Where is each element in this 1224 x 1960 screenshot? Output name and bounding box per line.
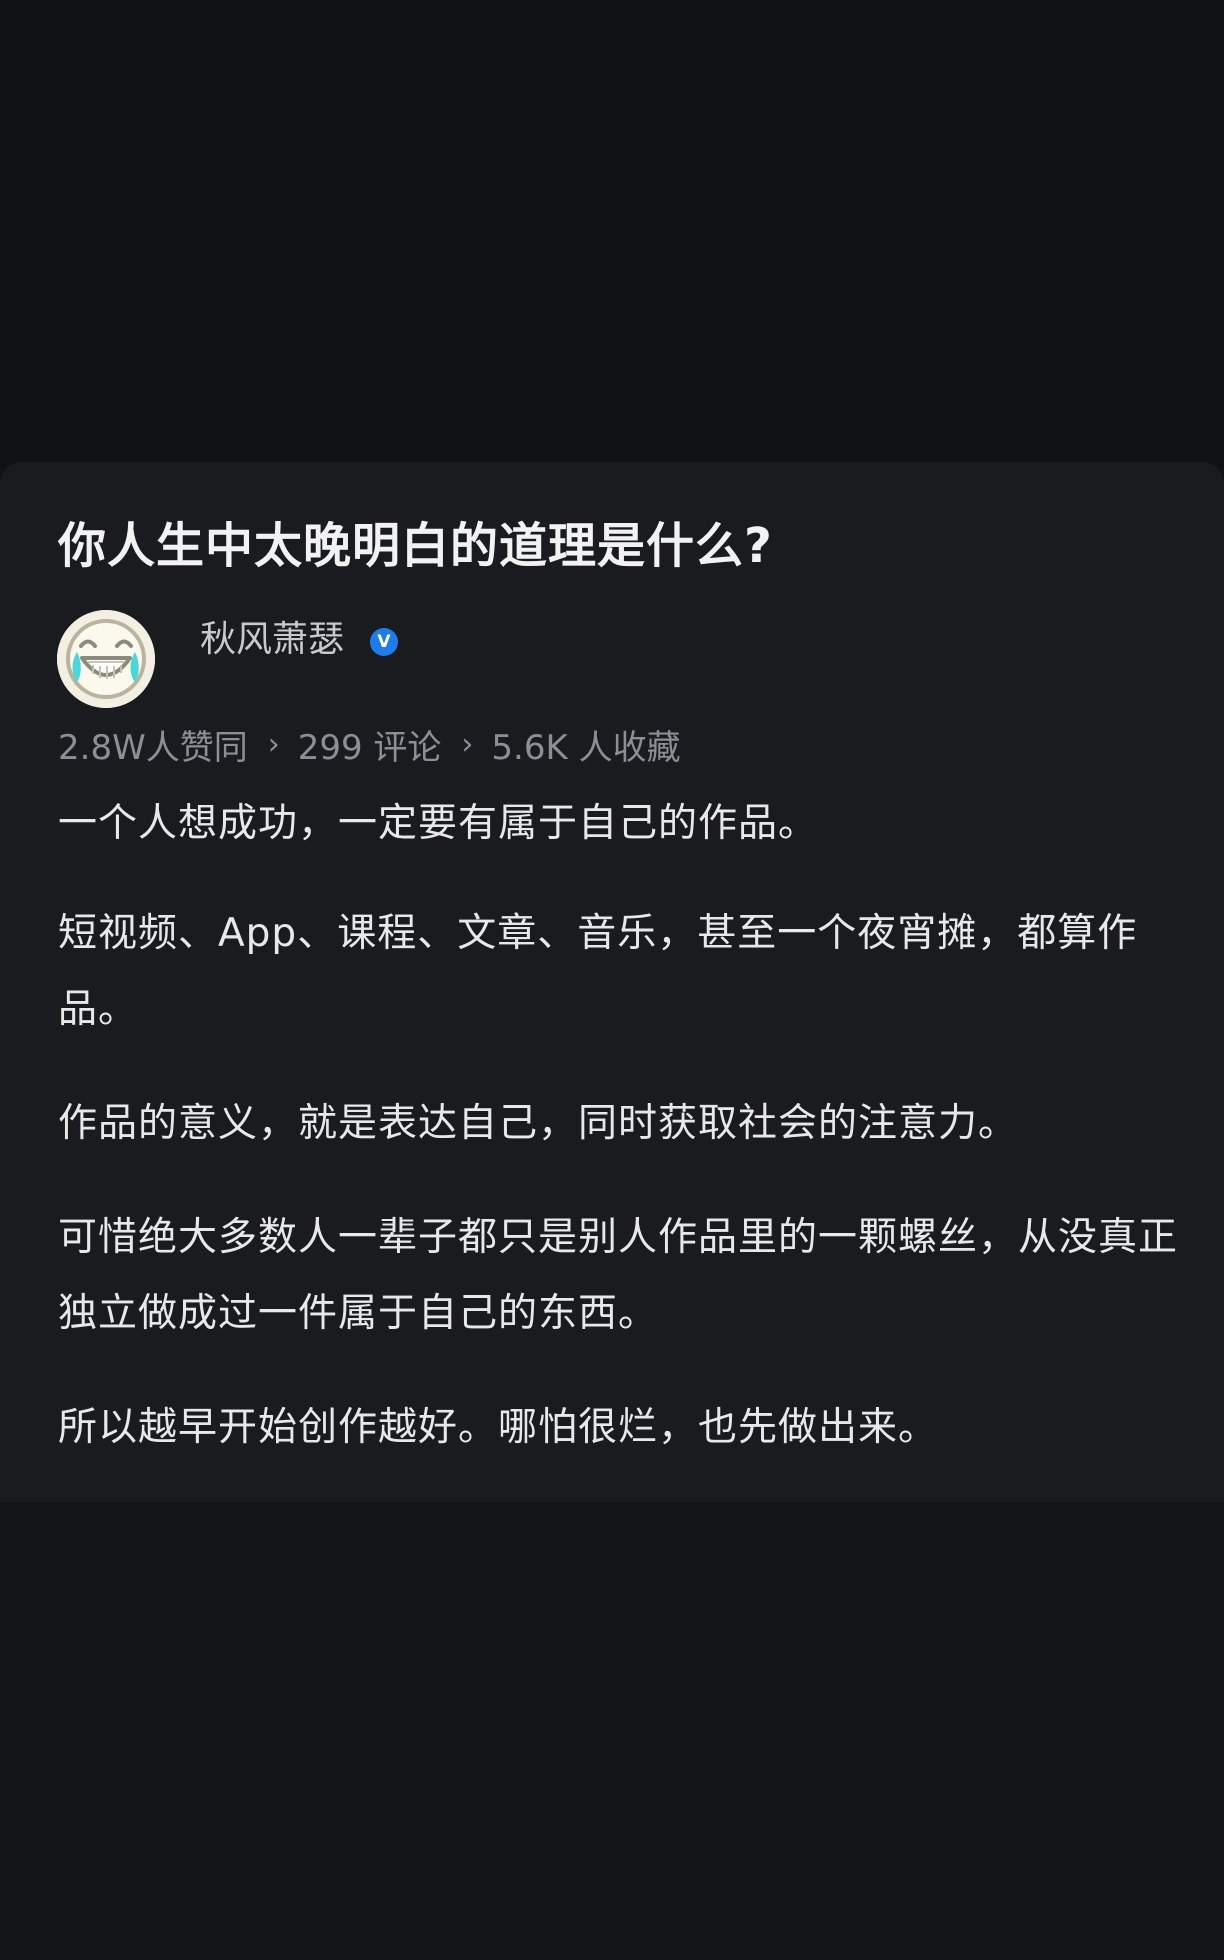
question-title[interactable]: 你人生中太晚明白的道理是什么?: [58, 508, 1178, 584]
answer-paragraph-4: 可惜绝大多数人一辈子都只是别人作品里的一颗螺丝，从没真正独立做成过一件属于自己的…: [58, 1215, 1179, 1336]
top-blank-area: [0, 0, 1224, 462]
answer-paragraph-1: 一个人想成功，一定要有属于自己的作品。: [58, 801, 819, 846]
favorites-count[interactable]: 5.6K 人收藏: [491, 720, 680, 769]
verified-badge-icon: V: [370, 628, 398, 656]
chevron-right-icon: ›: [267, 726, 280, 762]
bottom-blank-area: [0, 1502, 1224, 1960]
answer-paragraph-3: 作品的意义，就是表达自己，同时获取社会的注意力。: [58, 1101, 1019, 1146]
comments-count[interactable]: 299 评论: [298, 720, 442, 769]
answer-paragraph-2: 短视频、App、课程、文章、音乐，甚至一个夜宵摊，都算作品。: [58, 911, 1138, 1032]
answer-stats: 2.8W人赞同 › 299 评论 › 5.6K 人收藏: [58, 718, 681, 770]
answer-paragraph-5: 所以越早开始创作越好。哪怕很烂，也先做出来。: [58, 1405, 939, 1450]
likes-count[interactable]: 2.8W人赞同: [58, 720, 248, 769]
author-name[interactable]: 秋风萧瑟: [200, 612, 344, 668]
author-avatar[interactable]: [57, 610, 155, 708]
chevron-right-icon: ›: [461, 726, 474, 762]
laughing-crying-emoji-icon: [57, 610, 155, 708]
